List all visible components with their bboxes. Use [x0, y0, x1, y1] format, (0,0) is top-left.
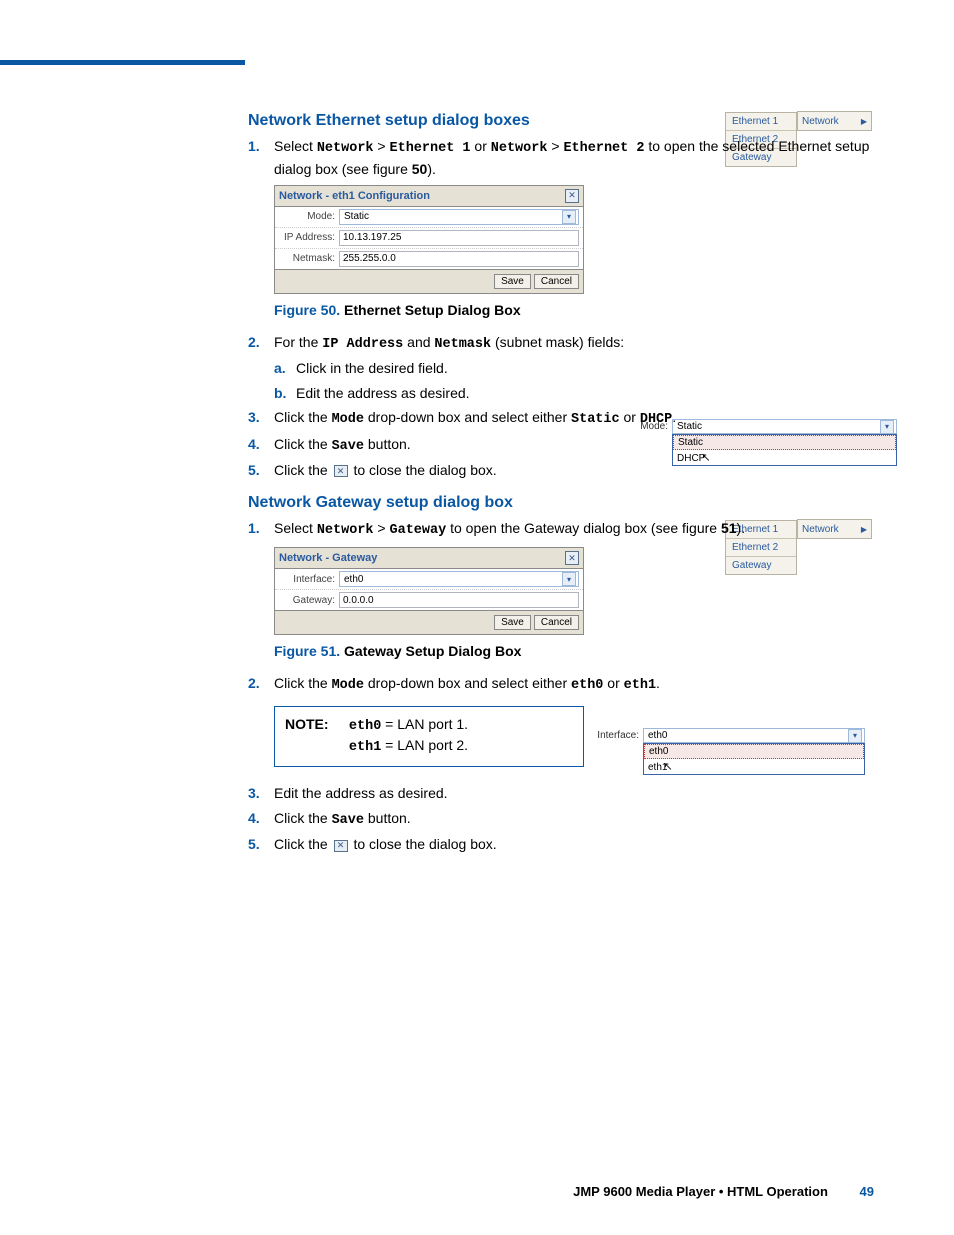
page-accent-bar — [0, 60, 245, 65]
netmask-field-input[interactable] — [339, 251, 579, 267]
mode-field-value: Static — [344, 211, 369, 222]
gw-step-1: 1. Select Network > Gateway to open the … — [248, 518, 888, 541]
close-icon[interactable]: ✕ — [565, 189, 579, 203]
gateway-field-input[interactable] — [339, 592, 579, 608]
gateway-config-dialog: Network - Gateway ✕ Interface: eth0 ▾ Ga… — [274, 547, 584, 635]
page-number: 49 — [860, 1184, 874, 1199]
step-number: 5. — [248, 834, 274, 854]
close-icon: ✕ — [334, 840, 348, 852]
step-3: 3. Click the Mode drop-down box and sele… — [248, 407, 888, 430]
cancel-button[interactable]: Cancel — [534, 274, 579, 289]
cancel-button[interactable]: Cancel — [534, 615, 579, 630]
footer-title: JMP 9600 Media Player • HTML Operation — [573, 1184, 828, 1199]
dialog-title: Network - eth1 Configuration — [279, 190, 430, 202]
step-number: 2. — [248, 673, 274, 693]
step-number: 4. — [248, 808, 274, 828]
mode-field-select[interactable]: Static ▾ — [339, 209, 579, 225]
dialog-title: Network - Gateway — [279, 552, 377, 564]
gw-step-3: 3. Edit the address as desired. — [248, 783, 888, 803]
save-button[interactable]: Save — [494, 615, 531, 630]
figure-51-caption: Figure 51. Gateway Setup Dialog Box — [248, 643, 888, 659]
close-icon: ✕ — [334, 465, 348, 477]
step-2: 2. For the IP Address and Netmask (subne… — [248, 332, 888, 355]
section-title-ethernet: Network Ethernet setup dialog boxes — [248, 112, 888, 130]
chevron-down-icon: ▾ — [562, 572, 576, 586]
ip-field-label: IP Address: — [279, 232, 339, 243]
figure-50-caption: Figure 50. Ethernet Setup Dialog Box — [248, 302, 888, 318]
interface-field-value: eth0 — [344, 574, 363, 585]
close-icon[interactable]: ✕ — [565, 551, 579, 565]
mode-field-label: Mode: — [279, 211, 339, 222]
note-box: NOTE: eth0 = LAN port 1. eth1 = LAN port… — [274, 706, 584, 768]
save-button[interactable]: Save — [494, 274, 531, 289]
gw-step-5: 5. Click the ✕ to close the dialog box. — [248, 834, 888, 854]
substep-letter: a. — [274, 358, 296, 378]
interface-field-select[interactable]: eth0 ▾ — [339, 571, 579, 587]
page-footer: JMP 9600 Media Player • HTML Operation 4… — [573, 1184, 874, 1199]
gw-step-2: 2. Click the Mode drop-down box and sele… — [248, 673, 888, 696]
gateway-field-label: Gateway: — [279, 595, 339, 606]
step-1: 1. Select Network > Ethernet 1 or Networ… — [248, 136, 888, 179]
step-2a: a. Click in the desired field. — [248, 358, 888, 378]
netmask-field-label: Netmask: — [279, 253, 339, 264]
step-2b: b. Edit the address as desired. — [248, 383, 888, 403]
step-number: 3. — [248, 407, 274, 427]
step-5: 5. Click the ✕ to close the dialog box. — [248, 460, 888, 480]
note-label: NOTE: — [285, 715, 345, 735]
step-number: 3. — [248, 783, 274, 803]
step-number: 1. — [248, 136, 274, 156]
ip-field-input[interactable] — [339, 230, 579, 246]
step-number: 2. — [248, 332, 274, 352]
step-4: 4. Click the Save button. — [248, 434, 888, 457]
section-title-gateway: Network Gateway setup dialog box — [248, 494, 888, 512]
chevron-down-icon: ▾ — [562, 210, 576, 224]
step-number: 5. — [248, 460, 274, 480]
substep-letter: b. — [274, 383, 296, 403]
gw-step-4: 4. Click the Save button. — [248, 808, 888, 831]
step-number: 4. — [248, 434, 274, 454]
step-number: 1. — [248, 518, 274, 538]
ethernet-config-dialog: Network - eth1 Configuration ✕ Mode: Sta… — [274, 185, 584, 294]
interface-field-label: Interface: — [279, 574, 339, 585]
